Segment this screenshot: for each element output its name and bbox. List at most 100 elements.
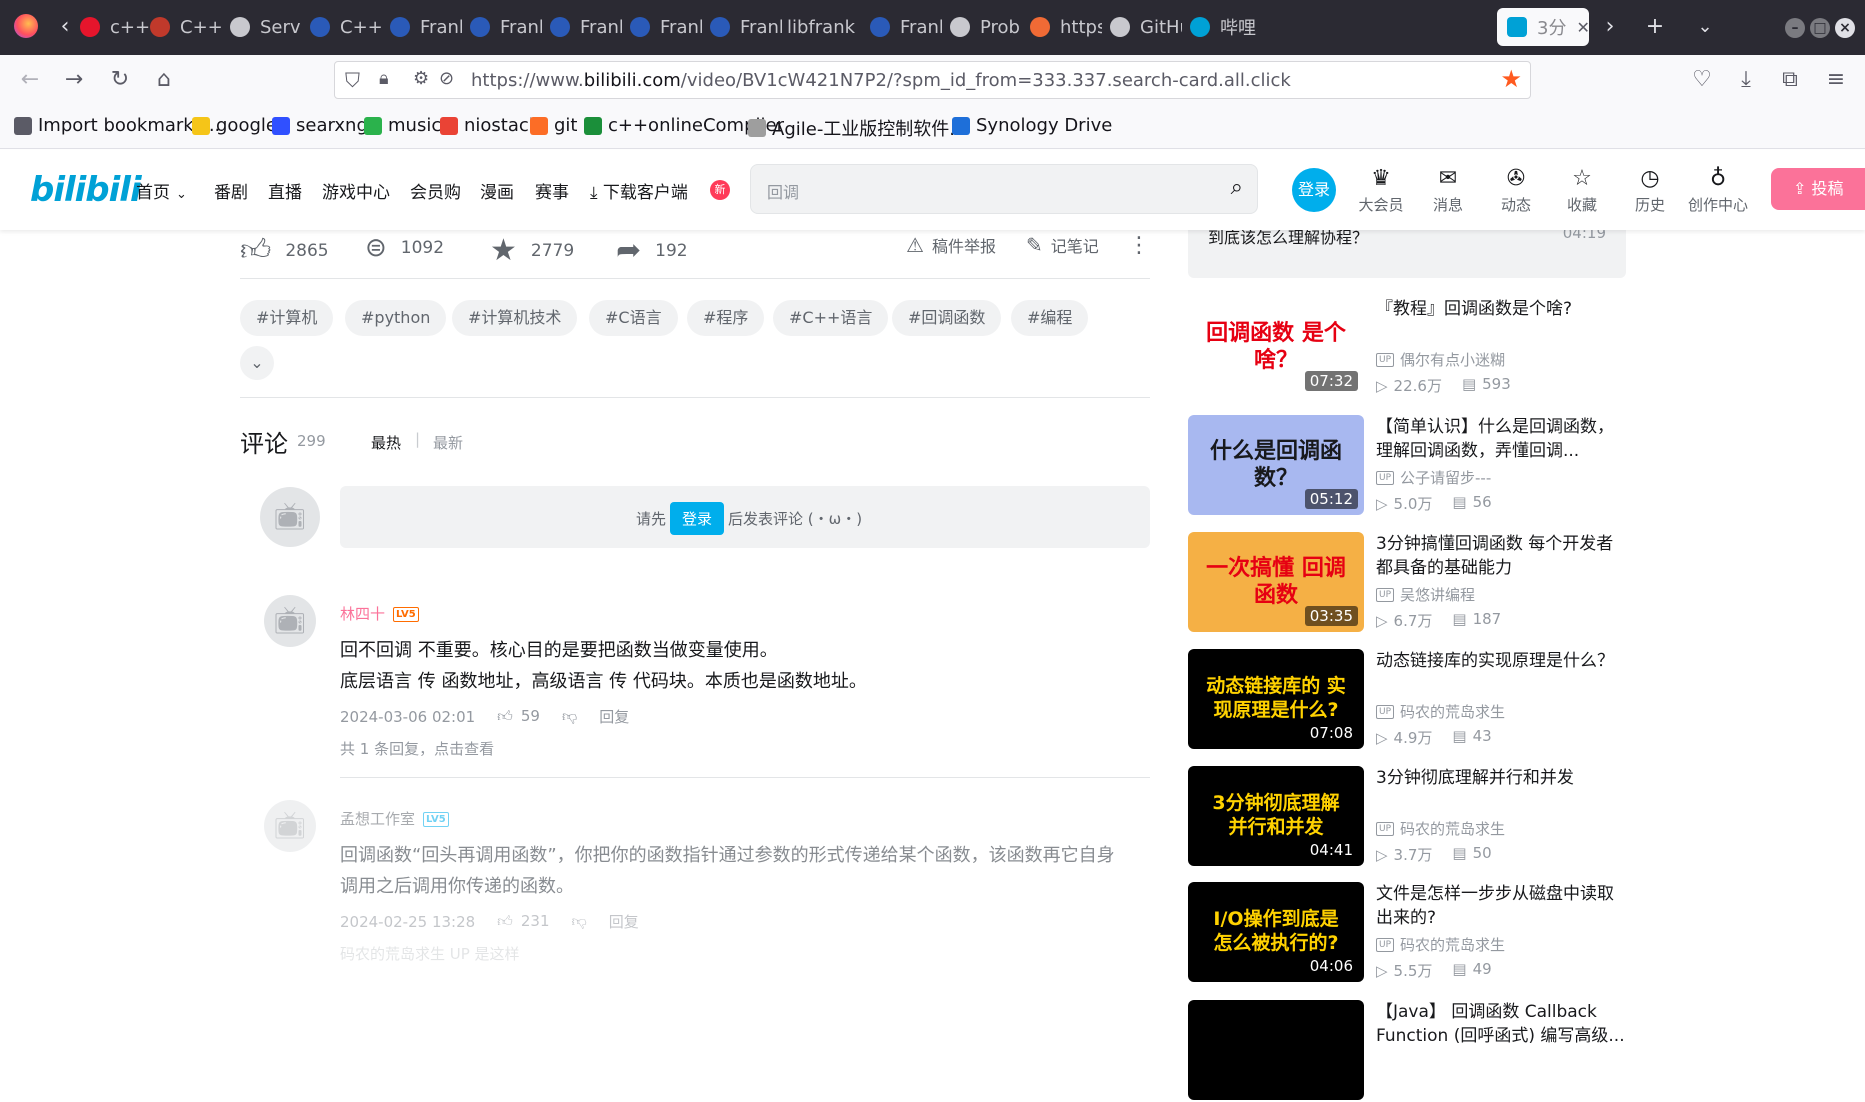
header-dynamic[interactable]: ✇ 动态	[1486, 166, 1546, 215]
video-thumbnail[interactable]: I/O操作到底是 怎么被执行的? 04:06	[1188, 882, 1364, 982]
comment-login-button[interactable]: 登录	[670, 502, 725, 535]
reply-button[interactable]: 回复	[609, 911, 639, 932]
browser-tab[interactable]: Frank	[550, 8, 622, 46]
bili-nav-item[interactable]: 番剧	[214, 178, 248, 203]
comment-like-button[interactable]: 👍︎ 231	[497, 912, 549, 931]
lock-icon[interactable]: 🔒︎	[379, 68, 389, 89]
bookmark-item[interactable]: google	[192, 115, 277, 136]
recommended-video-card[interactable]: 回调函数 是个啥？ 07:32 『教程』回调函数是个啥? UP 偶尔有点小迷糊 ▷ 22.6…	[1188, 297, 1626, 399]
browser-tab[interactable]: Frank	[470, 8, 542, 46]
video-title[interactable]: 3分钟搞懂回调函数 每个开发者都具备的基础能力	[1376, 532, 1626, 580]
bili-nav-item[interactable]: 首页 ⌄	[136, 178, 187, 203]
home-icon[interactable]: ⌂	[148, 64, 180, 96]
bookmark-item[interactable]: Agile-工业版控制软件...	[748, 115, 966, 141]
video-tag[interactable]: #回调函数	[892, 300, 1002, 336]
header-history[interactable]: ◷ 历史	[1620, 166, 1680, 215]
bookmark-item[interactable]: searxng	[272, 115, 368, 136]
video-thumbnail[interactable]: 回调函数 是个啥？ 07:32	[1188, 297, 1364, 397]
sort-hot-tab[interactable]: 最热	[371, 432, 401, 453]
video-tag[interactable]: #编程	[1011, 300, 1089, 336]
firefox-icon[interactable]	[14, 14, 38, 38]
video-thumbnail[interactable]: 什么是回调函数？ 05:12	[1188, 415, 1364, 515]
forward-icon[interactable]: →	[58, 64, 90, 96]
recommended-video-card[interactable]: 3分钟彻底理解 并行和并发 04:41 3分钟彻底理解并行和并发 UP 码农的荒岛求生 ▷…	[1188, 766, 1626, 868]
browser-tab[interactable]: C++	[310, 8, 382, 46]
login-button[interactable]: 登录	[1292, 168, 1336, 212]
recommended-video-card[interactable]: 一次搞懂 回调函数 03:35 3分钟搞懂回调函数 每个开发者都具备的基础能力 UP 吴…	[1188, 532, 1626, 634]
tab-list-icon[interactable]: ⌄	[1690, 12, 1720, 42]
video-title[interactable]: 【Java】 回调函数 Callback Function (回呼函式) 编写高…	[1376, 1000, 1626, 1048]
url-bar[interactable]: ⛉ 🔒︎ ⚙ ⊘ https://www.bilibili.com/video/…	[334, 61, 1531, 99]
video-tag[interactable]: #程序	[687, 300, 765, 336]
bili-nav-item[interactable]: 赛事	[535, 178, 569, 203]
maximize-icon[interactable]: □	[1810, 18, 1830, 38]
download-client-link[interactable]: ⤓ 下载客户端	[590, 178, 688, 203]
thumbs-down-icon[interactable]: 👎︎	[572, 912, 587, 931]
video-title[interactable]: 『教程』回调函数是个啥?	[1376, 297, 1626, 321]
bili-nav-item[interactable]: 直播	[268, 178, 302, 203]
bili-nav-item[interactable]: 漫画	[480, 178, 514, 203]
thumbs-down-icon[interactable]: 👎︎	[562, 707, 577, 726]
upload-button[interactable]: ⇪ 投稿	[1771, 168, 1865, 210]
notes-button[interactable]: ✎ 记笔记	[1026, 233, 1099, 257]
search-icon[interactable]: ⌕	[1231, 175, 1243, 200]
comment-avatar[interactable]: 📺︎	[264, 595, 316, 647]
video-thumbnail[interactable]: 动态链接库的 实现原理是什么? 07:08	[1188, 649, 1364, 749]
expand-tags-chevron-down-icon[interactable]: ⌄	[240, 346, 274, 380]
uploader[interactable]: UP 公子请留步---	[1376, 467, 1491, 488]
browser-tab[interactable]: Serv	[230, 8, 302, 46]
comment-avatar[interactable]: 📺︎	[264, 800, 316, 852]
bilibili-logo[interactable]: bilibili	[30, 170, 142, 210]
new-tab-icon[interactable]: +	[1640, 12, 1670, 42]
browser-tab[interactable]: libfrank	[787, 8, 867, 46]
tab-scroll-right-icon[interactable]: ›	[1595, 12, 1625, 42]
browser-tab[interactable]: Frank	[630, 8, 702, 46]
shield-icon[interactable]: ⛉	[345, 68, 360, 92]
view-replies-link[interactable]: 共 1 条回复，点击查看	[340, 738, 494, 759]
uploader[interactable]: UP 码农的荒岛求生	[1376, 701, 1505, 722]
back-icon[interactable]: ←	[14, 64, 46, 96]
browser-tab[interactable]: Frank	[390, 8, 462, 46]
menu-icon[interactable]: ≡	[1820, 64, 1852, 96]
comment-input-box[interactable]: 请先 登录 后发表评论 (・ω・)	[340, 486, 1150, 548]
header-message[interactable]: ✉ 消息	[1418, 166, 1478, 215]
pocket-icon[interactable]: ♡	[1686, 64, 1718, 96]
video-tag[interactable]: #C语言	[589, 300, 678, 336]
extensions-icon[interactable]: ⧉	[1774, 64, 1806, 96]
bookmark-star-icon[interactable]: ★	[1500, 65, 1522, 93]
recommended-video-card[interactable]: 【Java】 回调函数 Callback Function (回呼函式) 编写高…	[1188, 1000, 1626, 1102]
more-options-icon[interactable]: ⋮	[1128, 233, 1150, 258]
video-tag[interactable]: #C++语言	[773, 300, 889, 336]
comment-username[interactable]: 林四十 LV5	[340, 603, 419, 624]
video-tag[interactable]: #计算机	[240, 300, 334, 336]
uploader[interactable]: UP 吴悠讲编程	[1376, 584, 1475, 605]
like-button[interactable]: 👍︎ 2865	[240, 233, 329, 269]
uploader[interactable]: UP 码农的荒岛求生	[1376, 934, 1505, 955]
recommended-video-card[interactable]: 动态链接库的 实现原理是什么? 07:08 动态链接库的实现原理是什么？ UP 码农的荒…	[1188, 649, 1626, 751]
browser-tab[interactable]: c++	[80, 8, 152, 46]
video-thumbnail[interactable]: 一次搞懂 回调函数 03:35	[1188, 532, 1364, 632]
video-title[interactable]: 动态链接库的实现原理是什么？	[1376, 649, 1626, 673]
video-thumbnail[interactable]	[1188, 1000, 1364, 1100]
browser-tab[interactable]: https	[1030, 8, 1102, 46]
close-window-icon[interactable]: ×	[1835, 18, 1855, 38]
browser-tab[interactable]: Frank	[870, 8, 942, 46]
bookmark-item[interactable]: git	[530, 115, 577, 136]
coin-button[interactable]: ⊜ 1092	[365, 233, 444, 263]
bili-nav-item[interactable]: 会员购	[410, 178, 461, 203]
permissions-icon[interactable]: ⚙	[413, 68, 429, 89]
uploader[interactable]: UP 偶尔有点小迷糊	[1376, 349, 1505, 370]
bookmark-item[interactable]: music	[364, 115, 441, 136]
recommended-video-card[interactable]: I/O操作到底是 怎么被执行的? 04:06 文件是怎样一步步从磁盘中读取出来的? U…	[1188, 882, 1626, 984]
comment-username[interactable]: 孟想工作室 LV5	[340, 808, 449, 829]
reload-icon[interactable]: ↻	[104, 64, 136, 96]
bili-nav-item[interactable]: 游戏中心	[322, 178, 390, 203]
tab-active[interactable]: 3分 ✕	[1497, 8, 1589, 46]
browser-tab[interactable]: Frank	[710, 8, 782, 46]
browser-tab[interactable]: C++	[150, 8, 222, 46]
video-tag[interactable]: #python	[345, 300, 447, 336]
comment-like-button[interactable]: 👍︎ 59	[497, 707, 540, 726]
bookmark-item[interactable]: Import bookmarks...	[14, 115, 220, 136]
sort-new-tab[interactable]: 最新	[433, 432, 463, 453]
video-title[interactable]: 3分钟彻底理解并行和并发	[1376, 766, 1626, 790]
